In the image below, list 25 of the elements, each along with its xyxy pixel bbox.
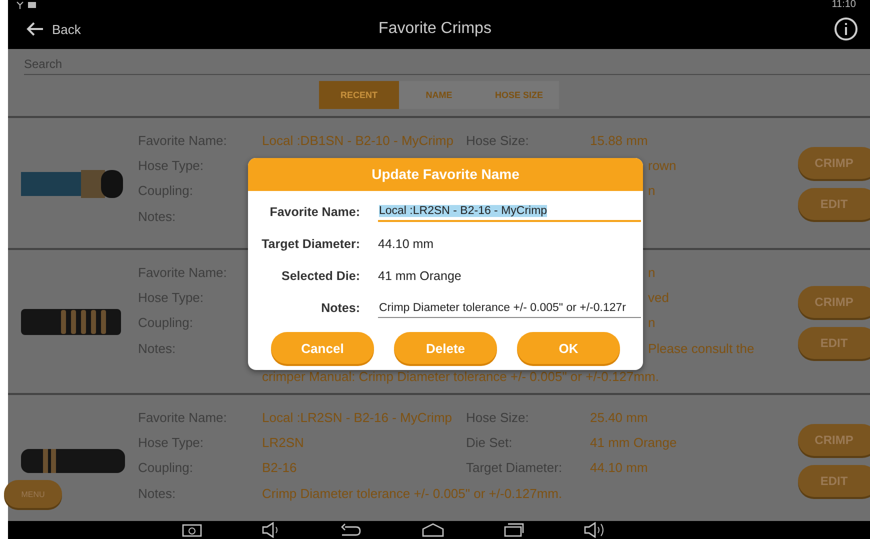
field-value: n (648, 182, 656, 198)
status-time: 11:10 (832, 0, 856, 10)
notes-text: Crimp Diameter tolerance +/- 0.005" or +/-0.127mm. (262, 486, 562, 502)
field-value: 44.10 mm (590, 460, 648, 475)
dialog-title: Update Favorite Name (248, 158, 643, 191)
field-value: n (648, 314, 656, 330)
field-value: ved (648, 290, 669, 305)
field-value: 41 mm Orange (590, 434, 677, 450)
dialog-label: Target Diameter: (260, 237, 360, 251)
field-value: B2-16 (262, 460, 297, 475)
dialog-label: Selected Die: (280, 269, 360, 283)
field-value: rown (648, 158, 676, 173)
screen-title: Favorite Crimps (378, 20, 492, 38)
field-value: Local :DB1SN - B2-10 - MyCrimp (262, 132, 454, 148)
dialog-label: Favorite Name: (268, 205, 360, 219)
field-value: Local :LR2SN - B2-16 - MyCrimp (262, 410, 452, 425)
dialog-label: Notes: (320, 301, 360, 315)
dialog-value: 41 mm Orange (378, 269, 462, 283)
notes-text: crimper Manual: Crimp Diameter tolerance +/- 0.005" or +/-0.127mm. (262, 368, 659, 385)
field-value: 25.40 mm (590, 410, 648, 425)
field-value: n (648, 264, 656, 280)
dialog-value: 44.10 mm (378, 237, 434, 251)
field-value: 15.88 mm (590, 132, 648, 148)
notes-text: Please consult the (648, 340, 754, 357)
field-value: LR2SN (262, 434, 304, 450)
